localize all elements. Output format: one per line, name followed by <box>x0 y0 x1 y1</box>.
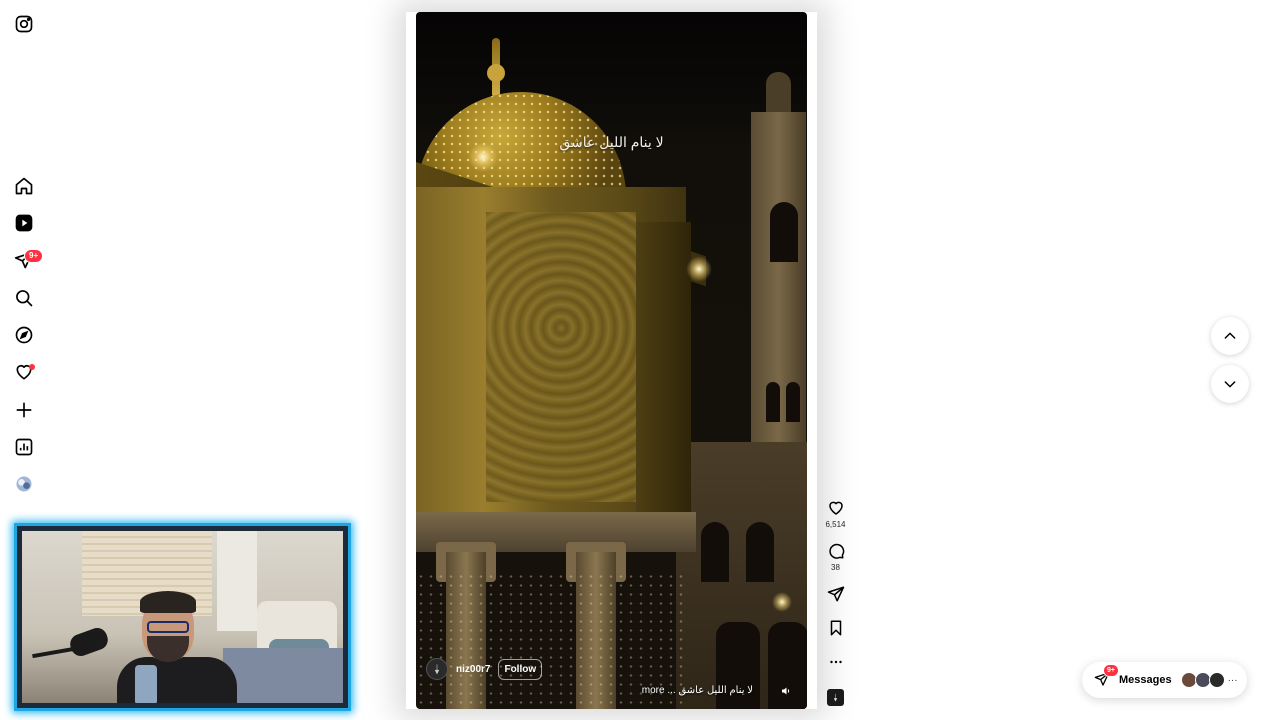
like-action[interactable]: 6,514 <box>825 499 846 529</box>
follow-button[interactable]: Follow <box>498 658 543 680</box>
share-icon[interactable] <box>827 585 845 603</box>
search-icon[interactable] <box>14 288 34 308</box>
webcam-overlay <box>14 523 351 711</box>
next-reel-button[interactable] <box>1211 365 1249 403</box>
messages-pill-badge: 9+ <box>1103 664 1119 677</box>
streamer <box>117 591 237 703</box>
plus-icon[interactable] <box>14 400 34 420</box>
reel-description[interactable]: لا ينام الليل عاشق ... more <box>642 685 753 696</box>
more-icon[interactable] <box>827 653 845 671</box>
save-action[interactable] <box>825 619 846 637</box>
dashboard-icon[interactable] <box>14 437 34 457</box>
previous-reel-button[interactable] <box>1211 317 1249 355</box>
more-options[interactable] <box>825 653 846 671</box>
reels-icon[interactable] <box>14 213 34 233</box>
bookmark-icon[interactable] <box>827 619 845 637</box>
reel-user-info: niz00r7 Follow <box>426 658 543 680</box>
home-icon[interactable] <box>14 176 34 196</box>
comment-count: 38 <box>831 563 840 572</box>
messages-pill[interactable]: 9+ Messages ··· <box>1082 662 1247 698</box>
webcam-feed <box>22 531 343 703</box>
profile-avatar[interactable] <box>14 474 34 494</box>
reel-username[interactable]: niz00r7 <box>456 664 490 675</box>
like-count: 6,514 <box>825 520 846 529</box>
audio-thumbnail[interactable] <box>827 689 844 706</box>
chevron-down-icon <box>1224 381 1236 388</box>
explore-icon[interactable] <box>14 325 34 345</box>
messages-avatars <box>1180 672 1225 688</box>
comment-action[interactable]: 38 <box>825 542 846 572</box>
volume-icon[interactable] <box>779 684 793 698</box>
notifications-dot <box>29 364 35 370</box>
reel-video[interactable]: لا ينام الليل عاشق niz00r7 Follow لا ينا… <box>416 12 807 709</box>
share-action[interactable] <box>825 585 846 603</box>
like-heart-icon[interactable] <box>827 499 845 517</box>
instagram-logo-icon[interactable] <box>14 14 34 34</box>
avatar <box>1208 672 1225 688</box>
messages-badge: 9+ <box>24 249 44 263</box>
chevron-up-icon <box>1224 332 1236 339</box>
reel-avatar[interactable] <box>426 658 448 680</box>
bed <box>223 648 343 703</box>
messages-more: ··· <box>1227 674 1238 686</box>
comment-icon[interactable] <box>827 542 845 560</box>
messages-pill-label: Messages <box>1119 674 1172 686</box>
messages-pill-icon: 9+ <box>1094 664 1119 689</box>
microphone <box>67 625 111 659</box>
reel-overlay-text: لا ينام الليل عاشق <box>559 134 664 150</box>
